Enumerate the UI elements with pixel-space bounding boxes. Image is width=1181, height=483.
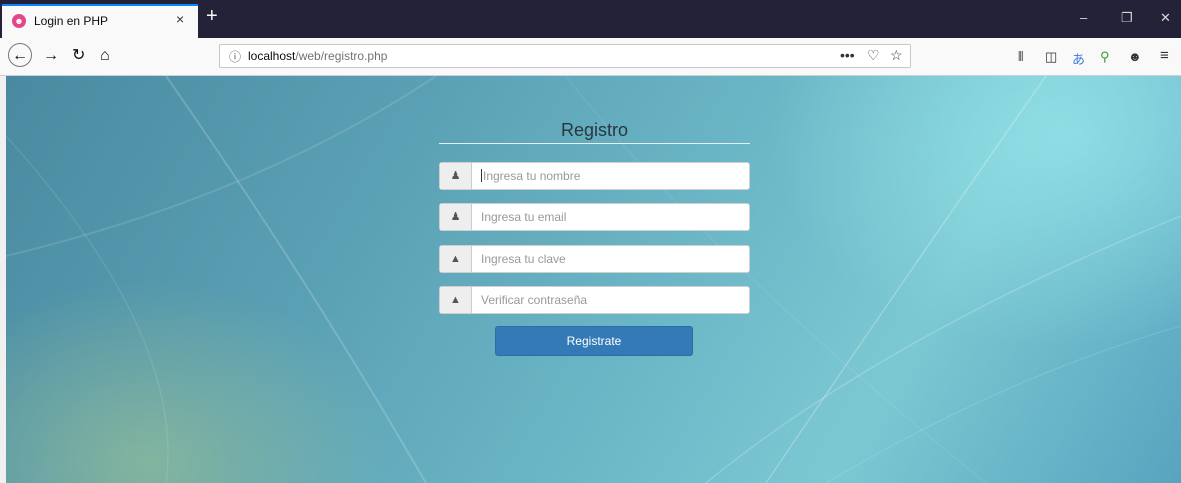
lock-icon: ▲ (440, 246, 472, 272)
home-icon[interactable]: ⌂ (100, 45, 110, 67)
library-icon[interactable]: ⫴ (1018, 49, 1023, 65)
minimize-icon[interactable]: – (1080, 10, 1087, 25)
password-field-group: ▲ Ingresa tu clave (439, 245, 750, 273)
favicon-icon: ☻ (12, 14, 26, 28)
sidebar-icon[interactable]: ◫ (1045, 49, 1057, 65)
url-path: /web/registro.php (295, 49, 388, 63)
info-icon[interactable]: ⓘ (229, 48, 241, 65)
search-extension-icon[interactable]: ⚲ (1100, 49, 1110, 65)
browser-titlebar: ☻ Login en PHP × + – ❐ ✕ (0, 0, 1181, 38)
url-bar[interactable]: ⓘ localhost/web/registro.php ••• ♡ ☆ (219, 44, 911, 68)
name-placeholder: Ingresa tu nombre (483, 169, 581, 183)
translate-icon[interactable]: あ (1072, 49, 1085, 68)
new-tab-button[interactable]: + (206, 6, 218, 26)
confirm-password-field-group: ▲ Verificar contraseña (439, 286, 750, 314)
browser-navbar: ← → ↻ ⌂ ⓘ localhost/web/registro.php •••… (0, 38, 1181, 76)
reload-icon[interactable]: ↻ (72, 45, 85, 67)
tab-title: Login en PHP (34, 14, 109, 28)
form-title: Registro (560, 120, 629, 140)
more-actions-icon[interactable]: ••• (840, 47, 855, 63)
close-window-icon[interactable]: ✕ (1160, 10, 1171, 26)
browser-tab[interactable]: ☻ Login en PHP × (2, 4, 198, 38)
url-host: localhost (248, 49, 296, 63)
back-icon[interactable]: ← (8, 43, 32, 67)
text-caret (481, 169, 482, 182)
url-text[interactable]: localhost/web/registro.php (248, 49, 387, 63)
register-button[interactable]: Registrate (495, 326, 693, 356)
email-input[interactable]: Ingresa tu email (481, 210, 566, 224)
user-icon: ♟ (440, 163, 472, 189)
menu-icon[interactable]: ≡ (1160, 47, 1169, 64)
pocket-icon[interactable]: ♡ (867, 47, 880, 64)
user-icon: ♟ (440, 204, 472, 230)
close-tab-icon[interactable]: × (176, 11, 184, 27)
name-input[interactable]: Ingresa tu nombre (481, 169, 580, 183)
account-icon[interactable]: ☻ (1128, 49, 1142, 64)
forward-icon[interactable]: → (43, 45, 59, 67)
password-input[interactable]: Ingresa tu clave (481, 252, 566, 266)
title-divider (439, 143, 750, 144)
bookmark-star-icon[interactable]: ☆ (890, 47, 903, 64)
confirm-password-input[interactable]: Verificar contraseña (481, 293, 587, 307)
email-field-group: ♟ Ingresa tu email (439, 203, 750, 231)
page-background: Registro ♟ Ingresa tu nombre ♟ Ingresa t… (6, 76, 1181, 483)
name-field-group: ♟ Ingresa tu nombre (439, 162, 750, 190)
restore-icon[interactable]: ❐ (1121, 10, 1133, 26)
lock-icon: ▲ (440, 287, 472, 313)
